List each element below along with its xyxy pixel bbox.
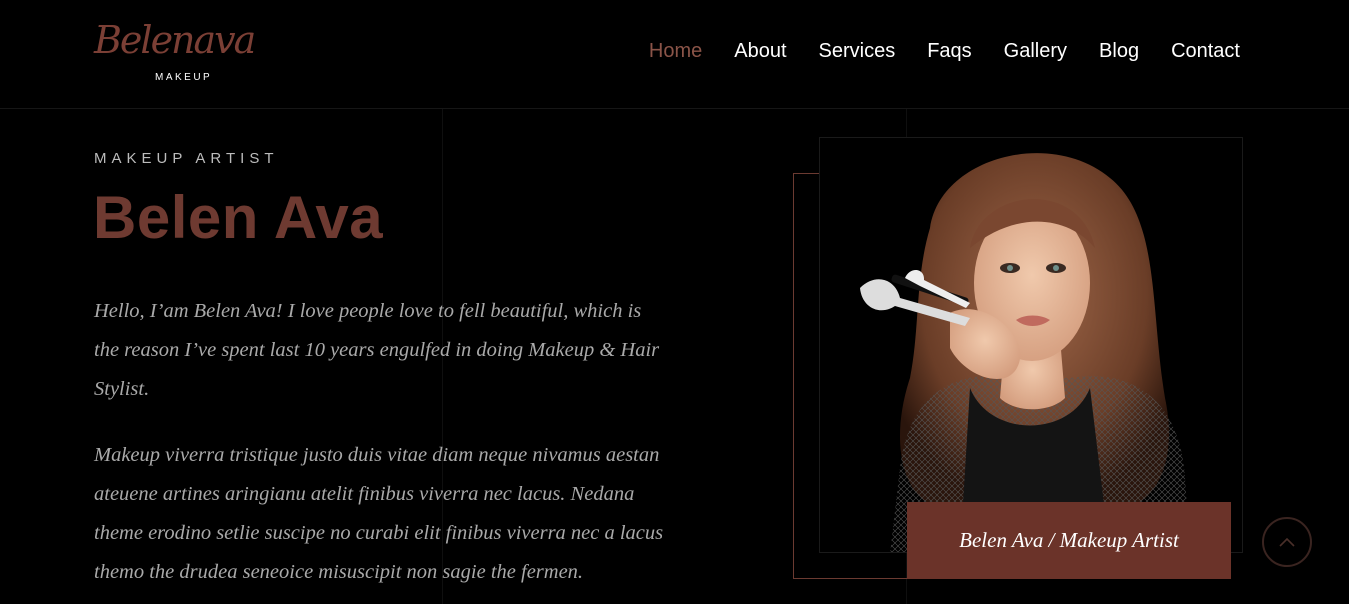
portrait-illustration xyxy=(860,153,1190,552)
nav-faqs[interactable]: Faqs xyxy=(927,40,971,63)
site-header: Belenava MAKEUP Home About Services Faqs… xyxy=(0,0,1349,109)
logo-subtitle: MAKEUP xyxy=(155,72,213,83)
nav-gallery[interactable]: Gallery xyxy=(1004,40,1067,63)
hero-title: Belen Ava xyxy=(93,184,384,251)
nav-about[interactable]: About xyxy=(734,40,786,63)
caption-text: Belen Ava / Makeup Artist xyxy=(959,528,1179,552)
hero-body-paragraph: Makeup viverra tristique justo duis vita… xyxy=(94,444,664,583)
logo[interactable]: Belenava MAKEUP xyxy=(94,18,256,90)
nav-services[interactable]: Services xyxy=(819,40,896,63)
nav-home[interactable]: Home xyxy=(649,40,702,63)
nav-blog[interactable]: Blog xyxy=(1099,40,1139,63)
portrait-photo xyxy=(819,137,1243,553)
hero-eyebrow: MAKEUP ARTIST xyxy=(94,150,279,167)
nav-contact[interactable]: Contact xyxy=(1171,40,1240,63)
hero-intro-paragraph: Hello, I’am Belen Ava! I love people lov… xyxy=(94,300,660,400)
main-nav: Home About Services Faqs Gallery Blog Co… xyxy=(617,40,1240,63)
logo-script: Belenava xyxy=(94,18,256,62)
chevron-up-icon xyxy=(1279,537,1295,547)
scroll-to-top-button[interactable] xyxy=(1262,517,1312,567)
caption-banner: Belen Ava / Makeup Artist xyxy=(907,502,1231,579)
